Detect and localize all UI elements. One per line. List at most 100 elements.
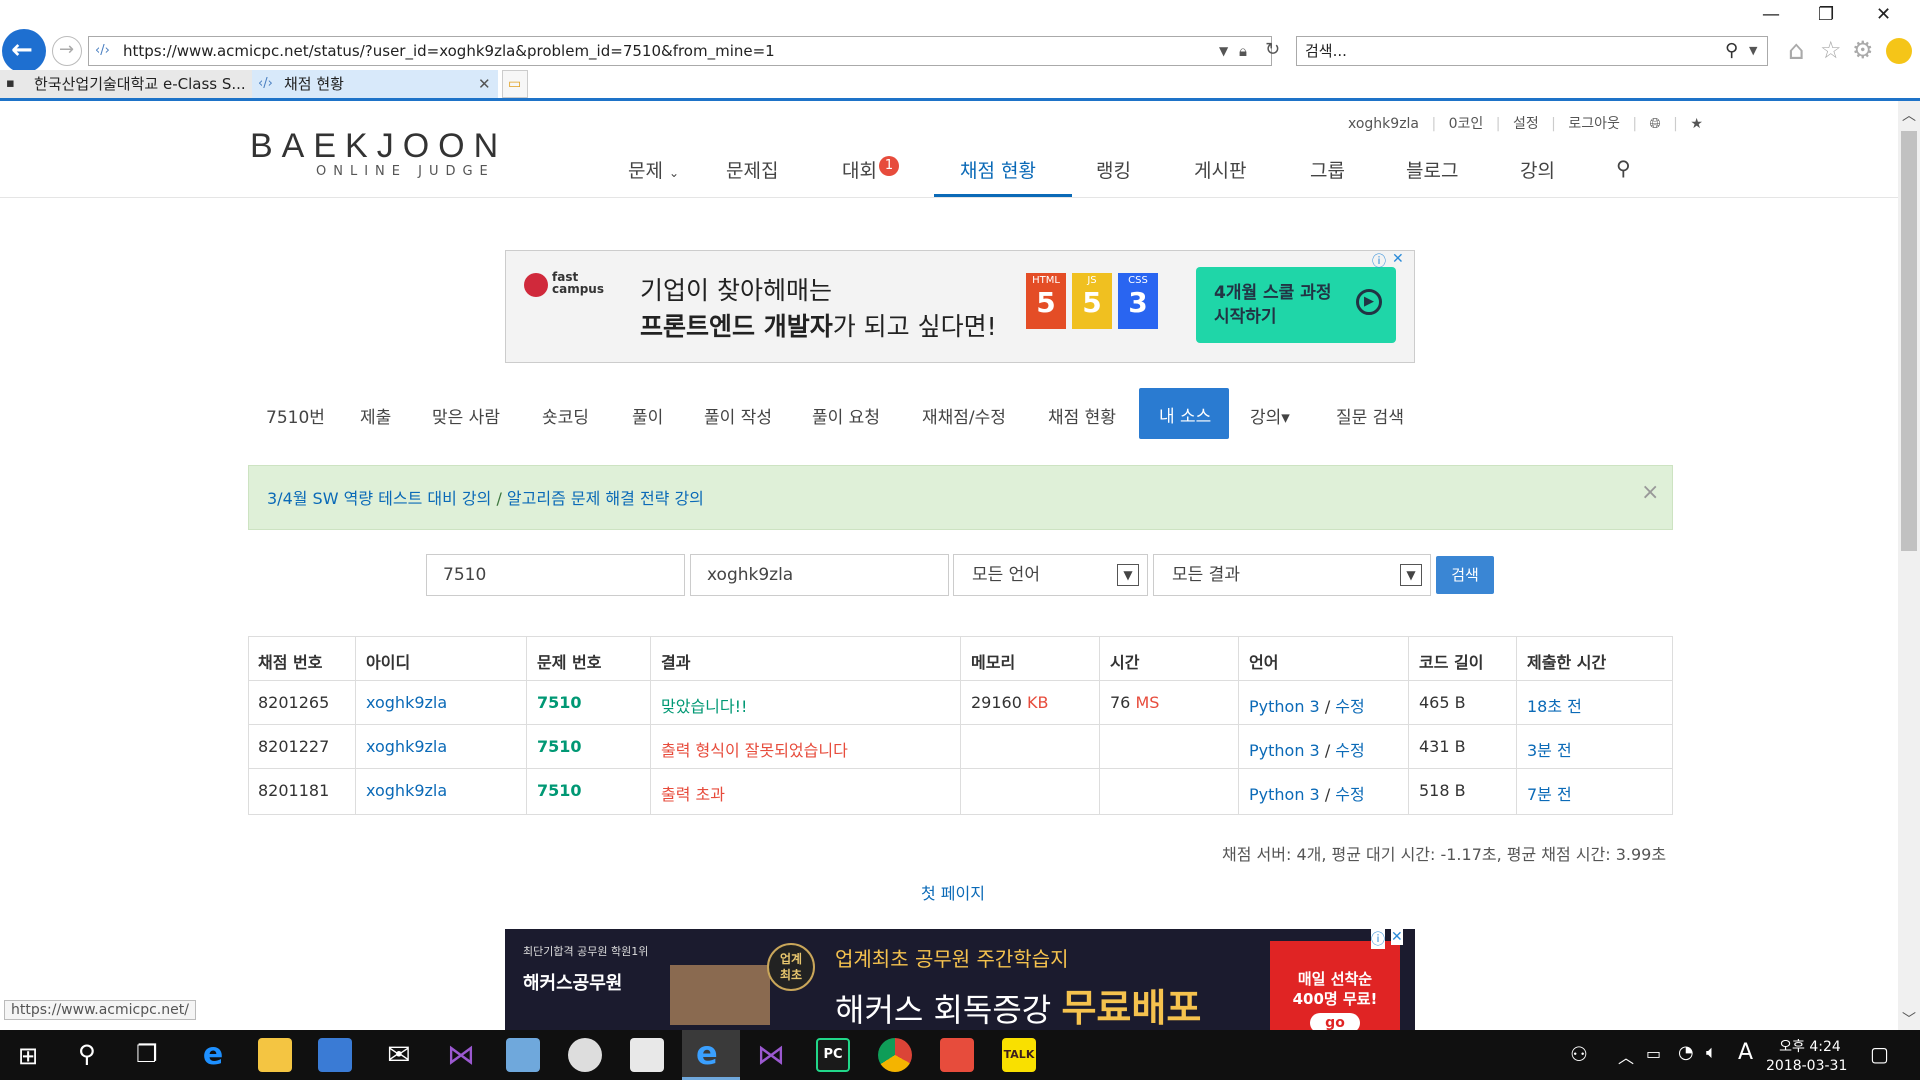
scroll-down-icon[interactable]: ﹀: [1902, 1009, 1916, 1029]
nav-blog[interactable]: 블로그: [1406, 156, 1458, 183]
row0-language-link[interactable]: Python 3: [1249, 697, 1320, 716]
chevron-up-icon[interactable]: ︿: [1618, 1044, 1634, 1068]
subnav-problem[interactable]: 7510번: [266, 403, 325, 428]
visual-studio-icon[interactable]: ⋈: [444, 1038, 478, 1072]
ad2-right-cta[interactable]: 매일 선착순 400명 무료! go: [1270, 941, 1400, 1030]
subnav-my-source[interactable]: 내 소스: [1139, 388, 1229, 439]
notice-link-sw-test[interactable]: 3/4월 SW 역량 테스트 대비 강의: [267, 489, 491, 508]
forward-button[interactable]: →: [52, 36, 82, 66]
user-link-settings[interactable]: 설정: [1513, 116, 1539, 132]
notes-app-icon[interactable]: [506, 1038, 540, 1072]
ad-banner-bottom[interactable]: 최단기합격 공무원 학원1위 해커스공무원 업계 최초 업계최초 공무원 주간학…: [505, 929, 1415, 1030]
user-link-coins[interactable]: 0코인: [1449, 116, 1484, 132]
nav-problems[interactable]: 문제 ⌄: [628, 156, 679, 183]
page-scrollbar[interactable]: ︿ ﹀: [1898, 101, 1920, 1030]
globe-icon[interactable]: 🌐︎: [1649, 116, 1660, 132]
subnav-request-solution[interactable]: 풀이 요청: [812, 403, 880, 428]
restore-button[interactable]: ❐: [1818, 4, 1834, 25]
row2-submitted-time[interactable]: 7분 전: [1527, 781, 1572, 805]
wifi-icon[interactable]: ◔: [1678, 1042, 1694, 1063]
paint-icon[interactable]: [568, 1038, 602, 1072]
clock-date[interactable]: 2018-03-31: [1766, 1058, 1847, 1074]
user-link-logout[interactable]: 로그아웃: [1568, 116, 1620, 132]
tab-eclass[interactable]: ▪ 한국산업기술대학교 e-Class S...: [0, 70, 252, 98]
nav-group[interactable]: 그룹: [1310, 156, 1345, 183]
chrome-icon[interactable]: [878, 1038, 912, 1072]
subnav-submit[interactable]: 제출: [360, 403, 391, 428]
ad-info-icon[interactable]: ⓘ: [1372, 251, 1386, 271]
clock-time[interactable]: 오후 4:24: [1772, 1036, 1848, 1056]
dropdown-icon[interactable]: ▼: [1219, 37, 1228, 65]
scroll-up-icon[interactable]: ︿: [1902, 105, 1916, 125]
nav-contest[interactable]: 대회 1: [842, 156, 899, 183]
address-bar[interactable]: ‹/› https://www.acmicpc.net/status/?user…: [88, 36, 1280, 66]
language-select[interactable]: 모든 언어 ▼: [953, 554, 1148, 596]
user-link-username[interactable]: xoghk9zla: [1348, 116, 1419, 132]
subnav-correct-users[interactable]: 맞은 사람: [432, 403, 500, 428]
ad2-info-icon[interactable]: ⓘ: [1371, 929, 1385, 949]
row0-submitted-time[interactable]: 18초 전: [1527, 693, 1582, 717]
pycharm-icon[interactable]: PC: [816, 1038, 850, 1072]
minimize-button[interactable]: —: [1762, 4, 1780, 25]
tab-close-icon[interactable]: ✕: [478, 70, 491, 98]
app-red-icon[interactable]: [940, 1038, 974, 1072]
search-icon[interactable]: ⚲: [1725, 37, 1738, 65]
star-icon[interactable]: ★: [1690, 116, 1703, 132]
subnav-qna-search[interactable]: 질문 검색: [1336, 403, 1404, 428]
scrollbar-thumb[interactable]: [1901, 131, 1917, 551]
nav-search-icon[interactable]: ⚲: [1616, 156, 1631, 180]
first-page-link[interactable]: 첫 페이지: [921, 880, 985, 904]
problem-id-input[interactable]: 7510: [426, 554, 685, 596]
nav-workbook[interactable]: 문제집: [726, 156, 778, 183]
url-text[interactable]: https://www.acmicpc.net/status/?user_id=…: [123, 37, 775, 65]
subnav-solution[interactable]: 풀이: [632, 403, 663, 428]
subnav-rejudge[interactable]: 재채점/수정: [922, 403, 1006, 428]
search-button[interactable]: 검색: [1436, 556, 1494, 594]
kakaotalk-icon[interactable]: TALK: [1002, 1038, 1036, 1072]
row1-problem-link[interactable]: 7510: [537, 737, 582, 756]
nav-board[interactable]: 게시판: [1194, 156, 1246, 183]
file-explorer-icon[interactable]: [258, 1038, 292, 1072]
windows-start-icon[interactable]: ⊞: [18, 1042, 38, 1070]
user-id-input[interactable]: xoghk9zla: [690, 554, 949, 596]
row0-user-link[interactable]: xoghk9zla: [366, 693, 447, 712]
visual-studio-2-icon[interactable]: ⋈: [754, 1038, 788, 1072]
back-button[interactable]: ←: [2, 29, 46, 73]
nav-status[interactable]: 채점 현황: [960, 156, 1036, 183]
store-icon[interactable]: [318, 1038, 352, 1072]
ad-banner-top[interactable]: fast campus 기업이 찾아헤매는 프론트엔드 개발자가 되고 싶다면!…: [505, 250, 1415, 363]
row1-user-link[interactable]: xoghk9zla: [366, 737, 447, 756]
task-view-icon[interactable]: ❐: [136, 1040, 158, 1068]
subnav-shortcoding[interactable]: 숏코딩: [542, 403, 589, 428]
ad-close-icon[interactable]: ✕: [1392, 251, 1404, 267]
subnav-lecture-dropdown[interactable]: 강의▾: [1250, 403, 1290, 428]
home-icon[interactable]: ⌂: [1788, 36, 1805, 66]
row2-user-link[interactable]: xoghk9zla: [366, 781, 447, 800]
document-app-icon[interactable]: [630, 1038, 664, 1072]
nav-ranking[interactable]: 랭킹: [1096, 156, 1131, 183]
tab-status[interactable]: ‹/› 채점 현황 ✕: [252, 70, 498, 98]
search-icon[interactable]: ⚲: [78, 1040, 96, 1068]
ie-taskbar-active[interactable]: e: [682, 1030, 740, 1080]
site-logo[interactable]: BAEKJOON ONLINE JUDGE: [250, 127, 507, 179]
notice-close-icon[interactable]: ×: [1641, 480, 1659, 505]
browser-search-input[interactable]: 검색... ⚲ ▼: [1296, 36, 1768, 66]
notice-link-algorithm[interactable]: 알고리즘 문제 해결 전략 강의: [507, 489, 704, 508]
notification-icon[interactable]: ▢: [1870, 1042, 1889, 1066]
smiley-feedback-icon[interactable]: [1886, 38, 1912, 64]
row2-problem-link[interactable]: 7510: [537, 781, 582, 800]
mail-icon[interactable]: ✉: [382, 1038, 416, 1072]
battery-icon[interactable]: ▭: [1646, 1044, 1661, 1063]
edge-icon[interactable]: e: [196, 1038, 230, 1072]
favorites-icon[interactable]: ☆: [1820, 36, 1842, 64]
ad2-close-icon[interactable]: ✕: [1391, 929, 1403, 945]
search-dropdown-icon[interactable]: ▼: [1749, 37, 1757, 65]
refresh-icon[interactable]: ↻: [1265, 36, 1280, 64]
row1-submitted-time[interactable]: 3분 전: [1527, 737, 1572, 761]
result-select[interactable]: 모든 결과 ▼: [1153, 554, 1431, 596]
nav-lecture[interactable]: 강의: [1520, 156, 1555, 183]
row0-problem-link[interactable]: 7510: [537, 693, 582, 712]
row2-language-link[interactable]: Python 3: [1249, 785, 1320, 804]
new-tab-button[interactable]: ▭: [502, 70, 528, 98]
people-icon[interactable]: ⚇: [1570, 1042, 1588, 1066]
